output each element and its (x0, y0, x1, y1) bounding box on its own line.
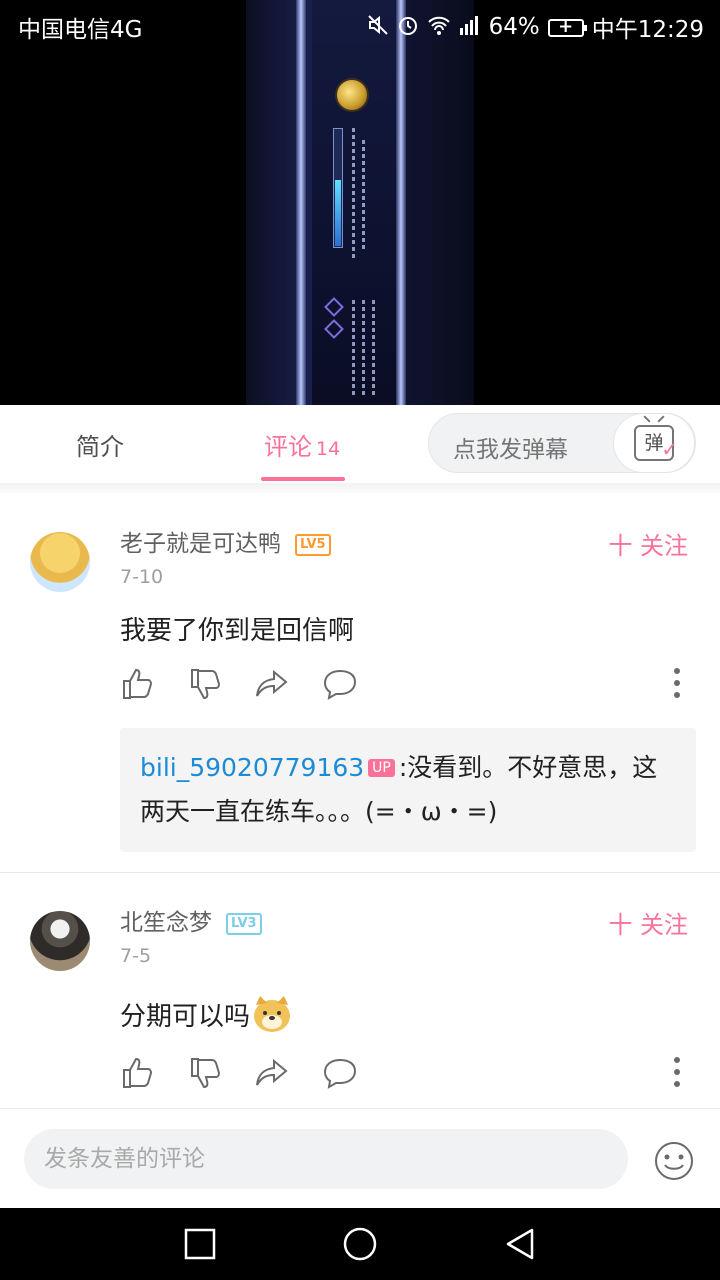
mute-icon (367, 14, 389, 41)
back-icon[interactable] (502, 1226, 538, 1262)
level-badge: LV3 (226, 913, 262, 935)
video-progress-gauge (333, 128, 343, 248)
comment-date: 7-10 (120, 566, 164, 588)
battery-icon: + (547, 16, 587, 37)
avatar[interactable] (30, 911, 90, 971)
tab-comments-count: 14 (316, 438, 341, 460)
share-icon[interactable] (254, 666, 290, 702)
more-options-icon[interactable] (674, 668, 680, 698)
comment-actions (120, 1055, 690, 1095)
comment-date: 7-5 (120, 945, 152, 967)
reply-box[interactable]: bili_59020779163 UP:没看到。不好意思，这两天一直在练车。。。(… (120, 728, 696, 852)
follow-button[interactable]: 十 关注 (608, 905, 688, 940)
comment-divider (0, 872, 720, 873)
comment-input[interactable] (24, 1129, 628, 1189)
alarm-icon (397, 14, 419, 41)
like-icon[interactable] (120, 1055, 156, 1091)
video-light-beam-right (396, 0, 406, 405)
avatar[interactable] (30, 532, 90, 592)
danmaku-input[interactable]: 点我发弹幕 弹 ✓ (428, 413, 696, 473)
carrier-label: 中国电信4G (18, 17, 143, 43)
up-badge: UP (368, 759, 395, 777)
wifi-icon (427, 14, 451, 41)
like-icon[interactable] (120, 666, 156, 702)
home-icon[interactable] (342, 1226, 378, 1262)
comment-text: 我要了你到是回信啊 (120, 616, 355, 646)
comment-input-bar (0, 1108, 720, 1208)
video-player[interactable]: 中国电信4G 64% + 中午12:29 (0, 0, 720, 405)
video-light-beam-left (296, 0, 306, 405)
video-coin-emblem (335, 78, 369, 112)
comment-text: 分期可以吗 (120, 995, 292, 1033)
comment-text-content: 分期可以吗 (120, 1002, 251, 1032)
danmaku-toggle-button[interactable]: 弹 ✓ (613, 413, 695, 473)
clock-time: 中午12:29 (591, 17, 704, 43)
dislike-icon[interactable] (188, 666, 224, 702)
follow-button[interactable]: 十 关注 (608, 526, 688, 561)
system-nav-bar (0, 1208, 720, 1280)
comment-username: 老子就是可达鸭 (120, 531, 281, 557)
tab-shadow (0, 483, 720, 493)
emoji-picker-icon[interactable] (654, 1141, 694, 1181)
battery-percent: 64% (488, 14, 540, 40)
comment-user[interactable]: 老子就是可达鸭 LV5 (120, 524, 331, 558)
tab-comments-label: 评论 (264, 433, 312, 461)
recents-icon[interactable] (182, 1226, 218, 1262)
check-icon: ✓ (661, 437, 678, 461)
tab-comments[interactable]: 评论 14 (264, 427, 340, 462)
level-badge: LV5 (295, 534, 331, 556)
comment-user[interactable]: 北笙念梦 LV3 (120, 903, 262, 937)
comment-actions (120, 666, 690, 706)
reply-username[interactable]: bili_59020779163 (140, 753, 364, 782)
danmaku-placeholder: 点我发弹幕 (453, 437, 568, 463)
danmaku-tv-icon: 弹 ✓ (634, 425, 678, 461)
tab-intro[interactable]: 简介 (76, 427, 124, 462)
reply-icon[interactable] (322, 1055, 358, 1091)
doge-emoji-icon (254, 996, 291, 1032)
share-icon[interactable] (254, 1055, 290, 1091)
dislike-icon[interactable] (188, 1055, 224, 1091)
active-tab-indicator (261, 477, 345, 481)
comment-username: 北笙念梦 (120, 910, 212, 936)
status-bar: 中国电信4G 64% + 中午12:29 (0, 0, 720, 48)
reply-icon[interactable] (322, 666, 358, 702)
tab-bar: 简介 评论 14 点我发弹幕 弹 ✓ (0, 405, 720, 483)
signal-icon (459, 14, 481, 41)
more-options-icon[interactable] (674, 1057, 680, 1087)
